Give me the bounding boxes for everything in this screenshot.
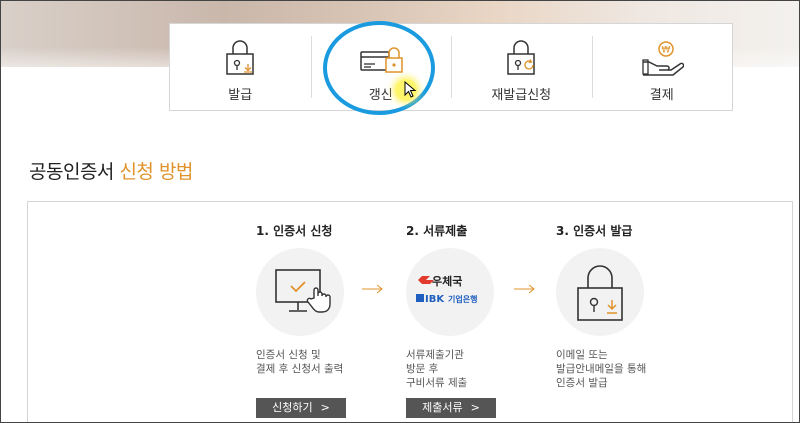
desc-line: 서류제출기관 xyxy=(406,349,464,361)
tab-label: 결제 xyxy=(649,88,674,103)
desc-line: 방문 후 xyxy=(406,363,439,375)
tab-renew[interactable]: 갱신 xyxy=(310,24,452,110)
desc-line: 결제 후 신청서 출력 xyxy=(256,363,344,375)
button-label: 제출서류 xyxy=(422,401,463,414)
arrow-right-icon xyxy=(514,284,535,294)
arrow-right-icon xyxy=(362,284,383,294)
step-title: 2. 서류제출 xyxy=(406,224,468,238)
step-icon-circle: 우체국 IBK 기업은행 xyxy=(406,248,494,336)
hand-coin-icon: ₩ xyxy=(642,41,684,76)
step-description: 서류제출기관 방문 후 구비서류 제출 xyxy=(406,348,467,390)
desc-line: 인증서 신청 및 xyxy=(256,349,321,361)
desc-line: 인증서 발급 xyxy=(556,377,608,389)
section-title-plain: 공동인증서 xyxy=(29,161,120,183)
step-description: 인증서 신청 및 결제 후 신청서 출력 xyxy=(256,348,343,376)
page-frame: 발급 갱신 재발급신청 ₩ 결제 공동인증서 신청 방법 1. 인증서 신청 인… xyxy=(0,0,800,423)
post-bank-logo: 우체국 IBK 기업은행 xyxy=(416,274,477,305)
tab-label: 발급 xyxy=(228,88,253,103)
svg-text:₩: ₩ xyxy=(661,46,670,56)
desc-line: 구비서류 제출 xyxy=(406,377,468,389)
lock-download-icon xyxy=(577,265,623,321)
button-label: 신청하기 xyxy=(272,401,313,414)
desc-line: 발급안내메일을 통해 xyxy=(556,363,647,375)
tab-payment[interactable]: ₩ 결제 xyxy=(591,24,733,110)
service-tabs: 발급 갱신 재발급신청 ₩ 결제 xyxy=(169,23,733,111)
step-icon-circle xyxy=(256,248,344,336)
tab-label: 재발급신청 xyxy=(491,88,552,103)
documents-button[interactable]: 제출서류 > xyxy=(406,398,496,418)
desc-line: 이메일 또는 xyxy=(556,349,608,361)
section-title: 공동인증서 신청 방법 xyxy=(29,157,193,184)
chevron-right-icon: > xyxy=(470,401,480,414)
post-office-text: 우체국 xyxy=(432,274,462,288)
tab-issue[interactable]: 발급 xyxy=(170,24,311,110)
section-title-accent: 신청 방법 xyxy=(119,161,193,183)
step-title: 1. 인증서 신청 xyxy=(256,224,333,238)
mouse-cursor-icon xyxy=(404,81,417,98)
tab-reissue-request[interactable]: 재발급신청 xyxy=(451,24,592,110)
step-description: 이메일 또는 발급안내메일을 통해 인증서 발급 xyxy=(556,348,646,390)
bank-abbr-text: IBK xyxy=(425,294,445,305)
lock-refresh-icon xyxy=(507,40,535,75)
chevron-right-icon: > xyxy=(320,401,330,414)
monitor-click-icon xyxy=(275,269,331,313)
step-icon-circle xyxy=(556,248,644,336)
process-panel: 1. 인증서 신청 인증서 신청 및 결제 후 신청서 출력 신청하기 > 2.… xyxy=(27,201,793,422)
card-lock-icon xyxy=(360,47,403,73)
lock-download-icon xyxy=(226,40,254,75)
tab-label: 갱신 xyxy=(368,88,393,103)
apply-button[interactable]: 신청하기 > xyxy=(256,398,346,418)
step-title: 3. 인증서 발급 xyxy=(556,224,633,238)
bank-name-text: 기업은행 xyxy=(448,294,477,304)
